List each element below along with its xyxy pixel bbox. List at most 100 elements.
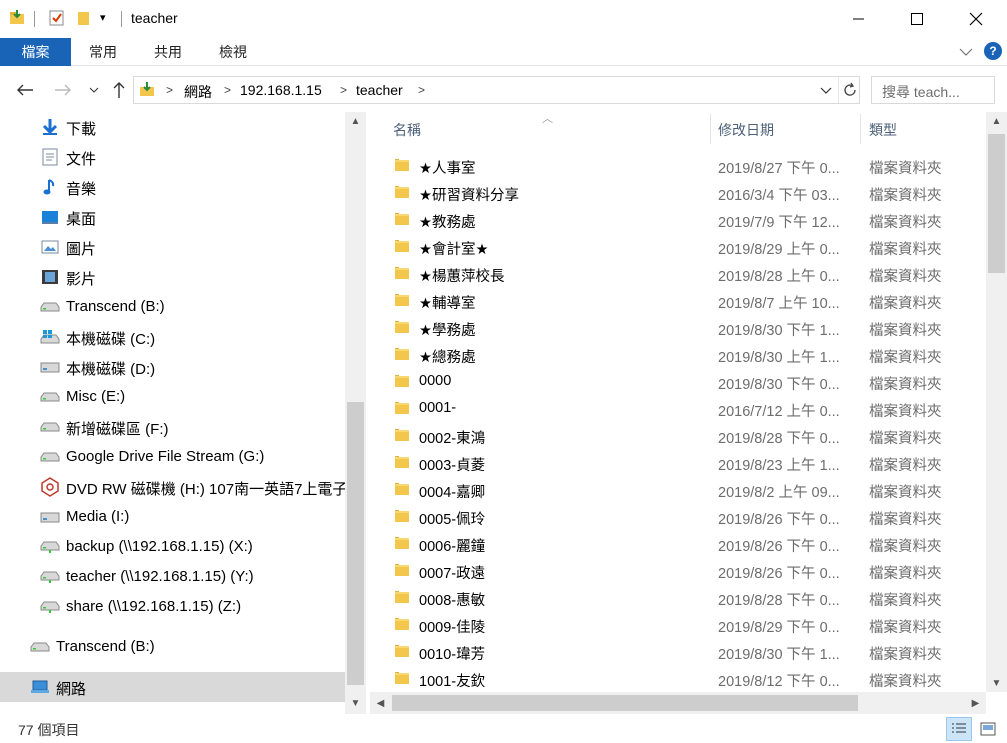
tab-share[interactable]: 共用	[145, 38, 191, 66]
scrollbar-thumb[interactable]	[988, 134, 1005, 273]
column-header-name[interactable]: 名稱	[393, 120, 421, 140]
table-row[interactable]: 0000 2019/8/30 下午 0... 檔案資料夾	[370, 368, 986, 395]
sidebar-item-drive-b[interactable]: Transcend (B:)	[0, 292, 345, 322]
network-icon	[30, 678, 50, 696]
table-row[interactable]: ★總務處 2019/8/30 上午 1... 檔案資料夾	[370, 341, 986, 368]
breadcrumb-separator-icon[interactable]: >	[418, 83, 425, 97]
scroll-up-icon[interactable]: ▲	[345, 112, 366, 130]
sidebar-item-desktop[interactable]: 桌面	[0, 202, 345, 232]
table-row[interactable]: ★教務處 2019/7/9 下午 12... 檔案資料夾	[370, 206, 986, 233]
properties-icon[interactable]	[48, 9, 66, 30]
sidebar-item-drive-y[interactable]: teacher (\\192.168.1.15) (Y:)	[0, 562, 345, 592]
qat-dropdown-icon[interactable]: ▾	[100, 11, 106, 24]
sidebar-item-drive-g[interactable]: Google Drive File Stream (G:)	[0, 442, 345, 472]
sidebar-item-drive-f[interactable]: 新增磁碟區 (F:)	[0, 412, 345, 442]
large-icons-view-button[interactable]	[975, 717, 1001, 741]
tab-home[interactable]: 常用	[80, 38, 126, 66]
navigation-bar: > 網路 > 192.168.1.15 > teacher > 搜尋 teach…	[0, 70, 1007, 110]
sidebar-item-music[interactable]: 音樂	[0, 172, 345, 202]
table-row[interactable]: 0004-嘉卿 2019/8/2 上午 09... 檔案資料夾	[370, 476, 986, 503]
table-row[interactable]: 0001- 2016/7/12 上午 0... 檔案資料夾	[370, 395, 986, 422]
sidebar-item-pictures[interactable]: 圖片	[0, 232, 345, 262]
table-row[interactable]: ★輔導室 2019/8/7 上午 10... 檔案資料夾	[370, 287, 986, 314]
search-input[interactable]: 搜尋 teach...	[871, 76, 995, 104]
file-type: 檔案資料夾	[869, 404, 942, 420]
navigation-pane-scrollbar[interactable]: ▲ ▼	[345, 112, 366, 714]
sidebar-item-label: Misc (E:)	[66, 388, 126, 405]
table-row[interactable]: ★會計室★ 2019/8/29 上午 0... 檔案資料夾	[370, 233, 986, 260]
tab-view[interactable]: 檢視	[210, 38, 256, 66]
table-row[interactable]: 1001-友欽 2019/8/12 下午 0... 檔案資料夾	[370, 665, 986, 692]
sidebar-item-drive-i[interactable]: Media (I:)	[0, 502, 345, 532]
recent-locations-chevron-icon[interactable]	[86, 78, 102, 102]
forward-button[interactable]	[50, 78, 76, 102]
table-row[interactable]: 0002-東鴻 2019/8/28 下午 0... 檔案資料夾	[370, 422, 986, 449]
file-list-horizontal-scrollbar[interactable]: ◀ ▶	[370, 692, 986, 714]
breadcrumb-network[interactable]: 網路	[184, 82, 212, 102]
help-button[interactable]: ?	[984, 42, 1002, 60]
sidebar-item-videos[interactable]: 影片	[0, 262, 345, 292]
file-modified-date: 2019/8/28 下午 0...	[718, 593, 840, 609]
sidebar-item-drive-d[interactable]: 本機磁碟 (D:)	[0, 352, 345, 382]
sidebar-item-drive-x[interactable]: backup (\\192.168.1.15) (X:)	[0, 532, 345, 562]
sidebar-item-transcend-root[interactable]: Transcend (B:)	[0, 632, 345, 662]
file-type: 檔案資料夾	[869, 458, 942, 474]
breadcrumb-separator-icon[interactable]: >	[224, 83, 231, 97]
table-row[interactable]: ★楊蕙萍校長 2019/8/28 上午 0... 檔案資料夾	[370, 260, 986, 287]
breadcrumb-teacher[interactable]: teacher	[356, 82, 403, 98]
maximize-button[interactable]	[888, 0, 946, 38]
sidebar-item-documents[interactable]: 文件	[0, 142, 345, 172]
refresh-button[interactable]	[838, 77, 860, 103]
table-row[interactable]: ★研習資料分享 2016/3/4 下午 03... 檔案資料夾	[370, 179, 986, 206]
breadcrumb-host[interactable]: 192.168.1.15	[240, 82, 322, 98]
table-row[interactable]: 0003-貞菱 2019/8/23 上午 1... 檔案資料夾	[370, 449, 986, 476]
sidebar-item-downloads[interactable]: 下載	[0, 112, 345, 142]
column-header-type[interactable]: 類型	[869, 120, 897, 140]
scrollbar-thumb[interactable]	[347, 402, 364, 685]
sidebar-item-network[interactable]: 網路	[0, 672, 345, 702]
table-row[interactable]: ★人事室 2019/8/27 下午 0... 檔案資料夾	[370, 152, 986, 179]
minimize-button[interactable]	[830, 0, 888, 38]
sidebar-item-drive-z[interactable]: share (\\192.168.1.15) (Z:)	[0, 592, 345, 622]
sidebar-item-label: 下載	[66, 121, 97, 138]
scroll-right-icon[interactable]: ▶	[965, 694, 986, 712]
table-row[interactable]: 0007-政遠 2019/8/26 下午 0... 檔案資料夾	[370, 557, 986, 584]
sidebar-item-drive-c[interactable]: 本機磁碟 (C:)	[0, 322, 345, 352]
breadcrumb-separator-icon[interactable]: >	[166, 83, 173, 97]
scroll-left-icon[interactable]: ◀	[370, 694, 391, 712]
sidebar-item-drive-e[interactable]: Misc (E:)	[0, 382, 345, 412]
sidebar-item-drive-h[interactable]: DVD RW 磁碟機 (H:) 107南一英語7上電子	[0, 472, 345, 502]
table-row[interactable]: ★學務處 2019/8/30 下午 1... 檔案資料夾	[370, 314, 986, 341]
column-divider[interactable]	[860, 114, 861, 144]
scroll-down-icon[interactable]: ▼	[345, 694, 366, 712]
ribbon: 檔案 常用 共用 檢視 ?	[0, 38, 1007, 66]
table-row[interactable]: 0008-惠敏 2019/8/28 下午 0... 檔案資料夾	[370, 584, 986, 611]
up-button[interactable]	[108, 78, 130, 102]
file-list-vertical-scrollbar[interactable]: ▲ ▼	[986, 112, 1007, 692]
close-button[interactable]	[947, 0, 1005, 38]
table-row[interactable]: 0009-佳陵 2019/8/29 下午 0... 檔案資料夾	[370, 611, 986, 638]
table-row[interactable]: 0010-瑋芳 2019/8/30 下午 1... 檔案資料夾	[370, 638, 986, 665]
tab-file[interactable]: 檔案	[0, 38, 71, 66]
back-button[interactable]	[12, 78, 38, 102]
sidebar-item-label: 網路	[56, 681, 87, 698]
table-row[interactable]: 0005-佩玲 2019/8/26 下午 0... 檔案資料夾	[370, 503, 986, 530]
folder-icon	[394, 373, 410, 392]
column-divider[interactable]	[710, 114, 711, 144]
breadcrumb-separator-icon[interactable]: >	[340, 83, 347, 97]
scroll-up-icon[interactable]: ▲	[986, 112, 1007, 130]
table-row[interactable]: 0006-麗鐘 2019/8/26 下午 0... 檔案資料夾	[370, 530, 986, 557]
file-type: 檔案資料夾	[869, 566, 942, 582]
divider	[34, 11, 35, 27]
details-view-button[interactable]	[946, 717, 972, 741]
file-name: 0000	[419, 373, 452, 389]
explorer-app-icon[interactable]	[8, 9, 26, 30]
address-bar[interactable]: > 網路 > 192.168.1.15 > teacher >	[133, 76, 860, 104]
document-icon	[40, 148, 60, 166]
column-header-date[interactable]: 修改日期	[718, 120, 774, 140]
scroll-down-icon[interactable]: ▼	[986, 674, 1007, 692]
scrollbar-thumb[interactable]	[392, 695, 858, 711]
address-history-chevron-icon[interactable]	[820, 83, 832, 99]
new-folder-icon[interactable]	[76, 9, 92, 30]
expand-ribbon-chevron-icon[interactable]	[958, 44, 974, 63]
